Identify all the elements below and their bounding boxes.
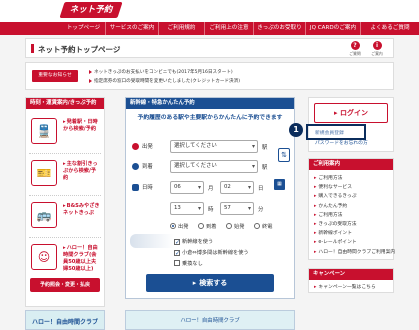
radio-arrive[interactable]: 到着 xyxy=(198,223,216,230)
left-item-bs[interactable]: 🚌 B&Sみやざきネットきっぷ xyxy=(29,196,101,238)
from-station-select[interactable]: 選択してください xyxy=(170,140,258,153)
left-item-search[interactable]: 🚆 発着駅・日時から検索/予約 xyxy=(29,112,101,154)
nav-item[interactable]: サービスのご案内 xyxy=(105,22,158,35)
bus-icon: 🚌 xyxy=(31,202,57,228)
left-item-label: B&Sみやざきネットきっぷ xyxy=(63,203,101,217)
nav-item[interactable]: JQ CARDのご案内 xyxy=(305,22,360,35)
calendar-icon[interactable]: ▦ xyxy=(274,179,285,190)
campaign-panel-header: キャンペーン xyxy=(309,269,393,280)
pin-icon xyxy=(132,163,139,170)
radio-indicator xyxy=(198,223,204,229)
hour-unit: 時 xyxy=(208,207,214,213)
help-icon-label: ご質問 xyxy=(349,51,361,56)
smile-icon: ☺ xyxy=(31,244,57,270)
search-panel-header: 新幹線・特急かんたん予約 xyxy=(126,98,294,109)
info-icon[interactable]: i ご案内 xyxy=(368,41,386,57)
left-panel: 時刻・運賃案内/きっぷ予約 🚆 発着駅・日時から検索/予約 🎫 主な割引きっぷか… xyxy=(25,97,105,307)
left-item-label: ハロー！自由時間クラブ(会員50歳以上夫婦50歳以上) xyxy=(63,245,101,273)
site-header: ネット予約 xyxy=(0,0,419,22)
guide-item[interactable]: 便利なサービス xyxy=(314,183,352,190)
radio-indicator xyxy=(254,223,260,229)
title-bar: ネット予約トップページ ? ご質問 i ご案内 xyxy=(25,38,394,58)
news-link-1[interactable]: ネットきっぷのお支払いをコンビニでも(2017年5月16日スタート) xyxy=(89,69,233,75)
radio-indicator xyxy=(170,223,176,229)
left-item-label: 主な割引きっぷから検索/予約 xyxy=(63,161,101,182)
left-panel-header: 時刻・運賃案内/きっぷ予約 xyxy=(26,98,104,109)
guide-panel-header: ご利用案内 xyxy=(309,159,393,170)
left-item-discount[interactable]: 🎫 主な割引きっぷから検索/予約 xyxy=(29,154,101,196)
guide-item[interactable]: ハロー！自由時間クラブご利用案内 xyxy=(314,248,395,255)
day-select[interactable]: 02 xyxy=(220,181,254,194)
checkbox xyxy=(174,260,180,266)
guide-item[interactable]: ご利用方法 xyxy=(314,211,342,218)
news-panel: 重要なお知らせ ネットきっぷのお支払いをコンビニでも(2017年5月16日スター… xyxy=(25,62,394,90)
hello-club-banner-center[interactable]: ハロー！自由時間クラブ xyxy=(125,310,295,330)
site-logo[interactable]: ネット予約 xyxy=(59,2,123,18)
pin-icon xyxy=(132,143,139,150)
help-icon[interactable]: ? ご質問 xyxy=(346,41,364,57)
guide-item[interactable]: かんたん予約 xyxy=(314,202,347,209)
left-item-hello[interactable]: ☺ ハロー！自由時間クラブ(会員50歳以上夫婦50歳以上) xyxy=(29,238,101,280)
month-unit: 月 xyxy=(208,186,214,192)
login-button[interactable]: ログイン xyxy=(314,103,388,123)
nav-item[interactable]: よくあるご質問 xyxy=(360,22,419,35)
guide-item[interactable]: きっぷの受取方法 xyxy=(314,220,356,227)
date-label: 日時 xyxy=(132,183,153,191)
campaign-list-link[interactable]: キャンペーン一覧はこちら xyxy=(314,283,375,290)
check-kokura-hakata[interactable]: ✓ 小倉⇔博多間は新幹線を使う xyxy=(174,249,249,257)
global-nav: トップページ サービスのご案内 ご利用規約 ご利用上の注意 きっぷのお受取り JQ CAR… xyxy=(0,22,419,35)
from-label: 出発 xyxy=(132,142,153,150)
radio-indicator xyxy=(226,223,232,229)
nav-item[interactable]: トップページ xyxy=(62,22,105,35)
news-link-2[interactable]: 指定席券の窓口の受取時間を変更いたしました(クレジットカード決済) xyxy=(89,78,240,84)
left-item-label: 発着駅・日時から検索/予約 xyxy=(63,119,101,133)
minute-select[interactable]: 57 xyxy=(220,202,254,215)
ticket-icon: 🎫 xyxy=(31,160,57,186)
clock-icon xyxy=(132,184,139,191)
guide-item[interactable]: e-レールポイント xyxy=(314,238,356,245)
forgot-password-link[interactable]: パスワードをお忘れの方 xyxy=(315,139,368,146)
checkbox: ✓ xyxy=(174,250,181,257)
guide-item[interactable]: 購入できるきっぷ xyxy=(314,192,356,199)
to-label: 到着 xyxy=(132,162,153,170)
minute-unit: 分 xyxy=(258,207,264,213)
nav-item[interactable]: ご利用規約 xyxy=(158,22,204,35)
search-button[interactable]: 検索する xyxy=(146,274,274,292)
page-title: ネット予約トップページ xyxy=(38,45,121,54)
to-unit: 駅 xyxy=(262,165,268,171)
new-member-highlight xyxy=(306,124,366,140)
nav-item[interactable]: きっぷのお受取り xyxy=(253,22,305,35)
campaign-panel: キャンペーン キャンペーン一覧はこちら xyxy=(308,268,394,293)
hour-select[interactable]: 13 xyxy=(170,202,204,215)
info-icon-label: ご案内 xyxy=(371,51,383,56)
guide-item[interactable]: ご利用方法 xyxy=(314,174,342,181)
to-station-select[interactable]: 選択してください xyxy=(170,160,258,173)
callout-number: 1 xyxy=(289,123,303,137)
important-notice-badge: 重要なお知らせ xyxy=(32,70,78,82)
title-marker xyxy=(31,44,34,53)
radio-last[interactable]: 終電 xyxy=(254,223,272,230)
banner-title: ハロー！自由時間クラブ xyxy=(32,319,99,326)
hello-club-banner[interactable]: ハロー！自由時間クラブ xyxy=(25,310,105,330)
from-unit: 駅 xyxy=(262,145,268,151)
guide-item[interactable]: 新幹線ポイント xyxy=(314,229,352,236)
logo-text: ネット予約 xyxy=(69,5,113,15)
radio-first[interactable]: 始発 xyxy=(226,223,244,230)
nav-item[interactable]: ご利用上の注意 xyxy=(204,22,253,35)
shinkansen-illustration xyxy=(130,234,174,248)
train-icon: 🚆 xyxy=(31,118,57,144)
check-shinkansen[interactable]: ✓ 新幹線を使う xyxy=(174,238,213,246)
guide-panel: ご利用案内 ご利用方法便利なサービス購入できるきっぷかんたん予約ご利用方法きっぷ… xyxy=(308,158,395,260)
month-select[interactable]: 06 xyxy=(170,181,204,194)
radio-depart[interactable]: 出発 xyxy=(170,223,188,230)
quick-search-panel: 新幹線・特急かんたん予約 予約履歴のある駅や主要駅からかんたんに予約できます 出… xyxy=(125,97,295,299)
checkbox: ✓ xyxy=(174,239,181,246)
search-lead-text: 予約履歴のある駅や主要駅からかんたんに予約できます xyxy=(137,115,283,121)
reservation-inquiry-button[interactable]: 予約照会・変更・払戻 xyxy=(30,278,100,292)
day-unit: 日 xyxy=(258,186,264,192)
check-no-transfer[interactable]: 乗換なし xyxy=(174,260,203,267)
swap-stations-button[interactable]: ⇅ xyxy=(278,148,290,162)
